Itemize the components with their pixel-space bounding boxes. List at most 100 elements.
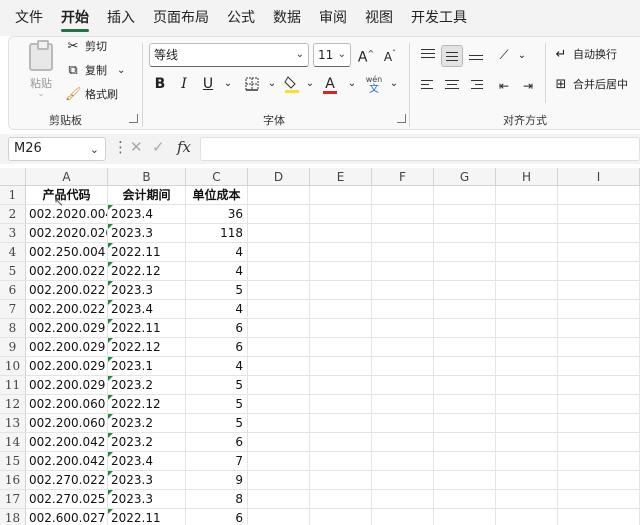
empty-cell[interactable] [496, 186, 558, 205]
empty-cell[interactable] [372, 319, 434, 338]
menu-file[interactable]: 文件 [6, 0, 52, 36]
empty-cell[interactable] [434, 319, 496, 338]
table-cell[interactable]: 002.200.029 [26, 376, 108, 395]
chevron-down-icon[interactable]: ⌄ [341, 73, 363, 95]
empty-cell[interactable] [558, 357, 640, 376]
row-header[interactable]: 13 [0, 414, 26, 433]
empty-cell[interactable] [496, 414, 558, 433]
empty-cell[interactable] [558, 281, 640, 300]
empty-cell[interactable] [434, 452, 496, 471]
empty-cell[interactable] [558, 376, 640, 395]
empty-cell[interactable] [496, 319, 558, 338]
row-header[interactable]: 18 [0, 509, 26, 525]
empty-cell[interactable] [558, 205, 640, 224]
empty-cell[interactable] [372, 224, 434, 243]
empty-cell[interactable] [248, 262, 310, 281]
table-cell[interactable]: 5 [186, 414, 248, 433]
table-cell[interactable]: 4 [186, 243, 248, 262]
empty-cell[interactable] [496, 452, 558, 471]
column-header-f[interactable]: F [372, 168, 434, 186]
table-cell[interactable]: 118 [186, 224, 248, 243]
empty-cell[interactable] [310, 186, 372, 205]
font-size-select[interactable]: 11 ⌄ [313, 43, 351, 67]
column-header-c[interactable]: C [186, 168, 248, 186]
table-cell[interactable]: 2022.12 [108, 338, 186, 357]
empty-cell[interactable] [372, 452, 434, 471]
empty-cell[interactable] [248, 357, 310, 376]
empty-cell[interactable] [558, 186, 640, 205]
empty-cell[interactable] [496, 224, 558, 243]
empty-cell[interactable] [434, 338, 496, 357]
empty-cell[interactable] [248, 224, 310, 243]
empty-cell[interactable] [310, 243, 372, 262]
empty-cell[interactable] [558, 509, 640, 525]
table-cell[interactable]: 4 [186, 300, 248, 319]
table-cell[interactable]: 2023.3 [108, 281, 186, 300]
empty-cell[interactable] [496, 205, 558, 224]
empty-cell[interactable] [248, 243, 310, 262]
header-cell[interactable]: 产品代码 [26, 186, 108, 205]
chevron-down-icon[interactable]: ⌄ [383, 73, 405, 95]
row-header[interactable]: 4 [0, 243, 26, 262]
empty-cell[interactable] [434, 433, 496, 452]
empty-cell[interactable] [248, 433, 310, 452]
menu-page-layout[interactable]: 页面布局 [144, 0, 218, 36]
empty-cell[interactable] [372, 395, 434, 414]
chevron-down-icon[interactable]: ⌄ [117, 61, 125, 81]
chevron-down-icon[interactable]: ⌄ [261, 73, 283, 95]
header-cell[interactable]: 会计期间 [108, 186, 186, 205]
empty-cell[interactable] [372, 433, 434, 452]
table-cell[interactable]: 002.600.027 [26, 509, 108, 525]
table-cell[interactable]: 2022.11 [108, 319, 186, 338]
clipboard-launcher-icon[interactable] [129, 114, 138, 123]
chevron-down-icon[interactable]: ⌄ [217, 73, 239, 95]
empty-cell[interactable] [310, 300, 372, 319]
paste-button[interactable]: 粘贴 ⌄ [23, 40, 59, 99]
empty-cell[interactable] [248, 509, 310, 525]
empty-cell[interactable] [248, 414, 310, 433]
table-cell[interactable]: 002.200.029 [26, 319, 108, 338]
empty-cell[interactable] [434, 300, 496, 319]
table-cell[interactable]: 2023.2 [108, 433, 186, 452]
empty-cell[interactable] [434, 490, 496, 509]
table-cell[interactable]: 002.200.060 [26, 414, 108, 433]
phonetic-guide-button[interactable]: wén 文 [363, 73, 385, 95]
row-header[interactable]: 16 [0, 471, 26, 490]
empty-cell[interactable] [496, 433, 558, 452]
table-cell[interactable]: 002.270.022 [26, 471, 108, 490]
empty-cell[interactable] [372, 243, 434, 262]
empty-cell[interactable] [248, 338, 310, 357]
column-header-a[interactable]: A [26, 168, 108, 186]
empty-cell[interactable] [310, 338, 372, 357]
empty-cell[interactable] [496, 395, 558, 414]
shrink-font-button[interactable]: Aˇ [379, 43, 401, 65]
empty-cell[interactable] [310, 357, 372, 376]
empty-cell[interactable] [434, 509, 496, 525]
empty-cell[interactable] [372, 186, 434, 205]
empty-cell[interactable] [248, 376, 310, 395]
table-cell[interactable]: 2023.2 [108, 376, 186, 395]
empty-cell[interactable] [248, 395, 310, 414]
column-header-i[interactable]: I [558, 168, 640, 186]
align-center-button[interactable] [441, 75, 463, 97]
table-cell[interactable]: 4 [186, 262, 248, 281]
empty-cell[interactable] [558, 262, 640, 281]
chevron-down-icon[interactable]: ⌄ [299, 73, 321, 95]
empty-cell[interactable] [434, 205, 496, 224]
empty-cell[interactable] [372, 376, 434, 395]
empty-cell[interactable] [310, 281, 372, 300]
table-cell[interactable]: 002.200.022 [26, 281, 108, 300]
empty-cell[interactable] [558, 471, 640, 490]
empty-cell[interactable] [496, 262, 558, 281]
italic-button[interactable]: I [173, 73, 195, 95]
empty-cell[interactable] [434, 414, 496, 433]
empty-cell[interactable] [310, 319, 372, 338]
row-header[interactable]: 9 [0, 338, 26, 357]
empty-cell[interactable] [372, 262, 434, 281]
row-header[interactable]: 14 [0, 433, 26, 452]
row-header[interactable]: 17 [0, 490, 26, 509]
table-cell[interactable]: 002.200.042 [26, 433, 108, 452]
align-right-button[interactable] [465, 75, 487, 97]
table-cell[interactable]: 002.200.022 [26, 300, 108, 319]
grow-font-button[interactable]: A^ [355, 43, 377, 66]
